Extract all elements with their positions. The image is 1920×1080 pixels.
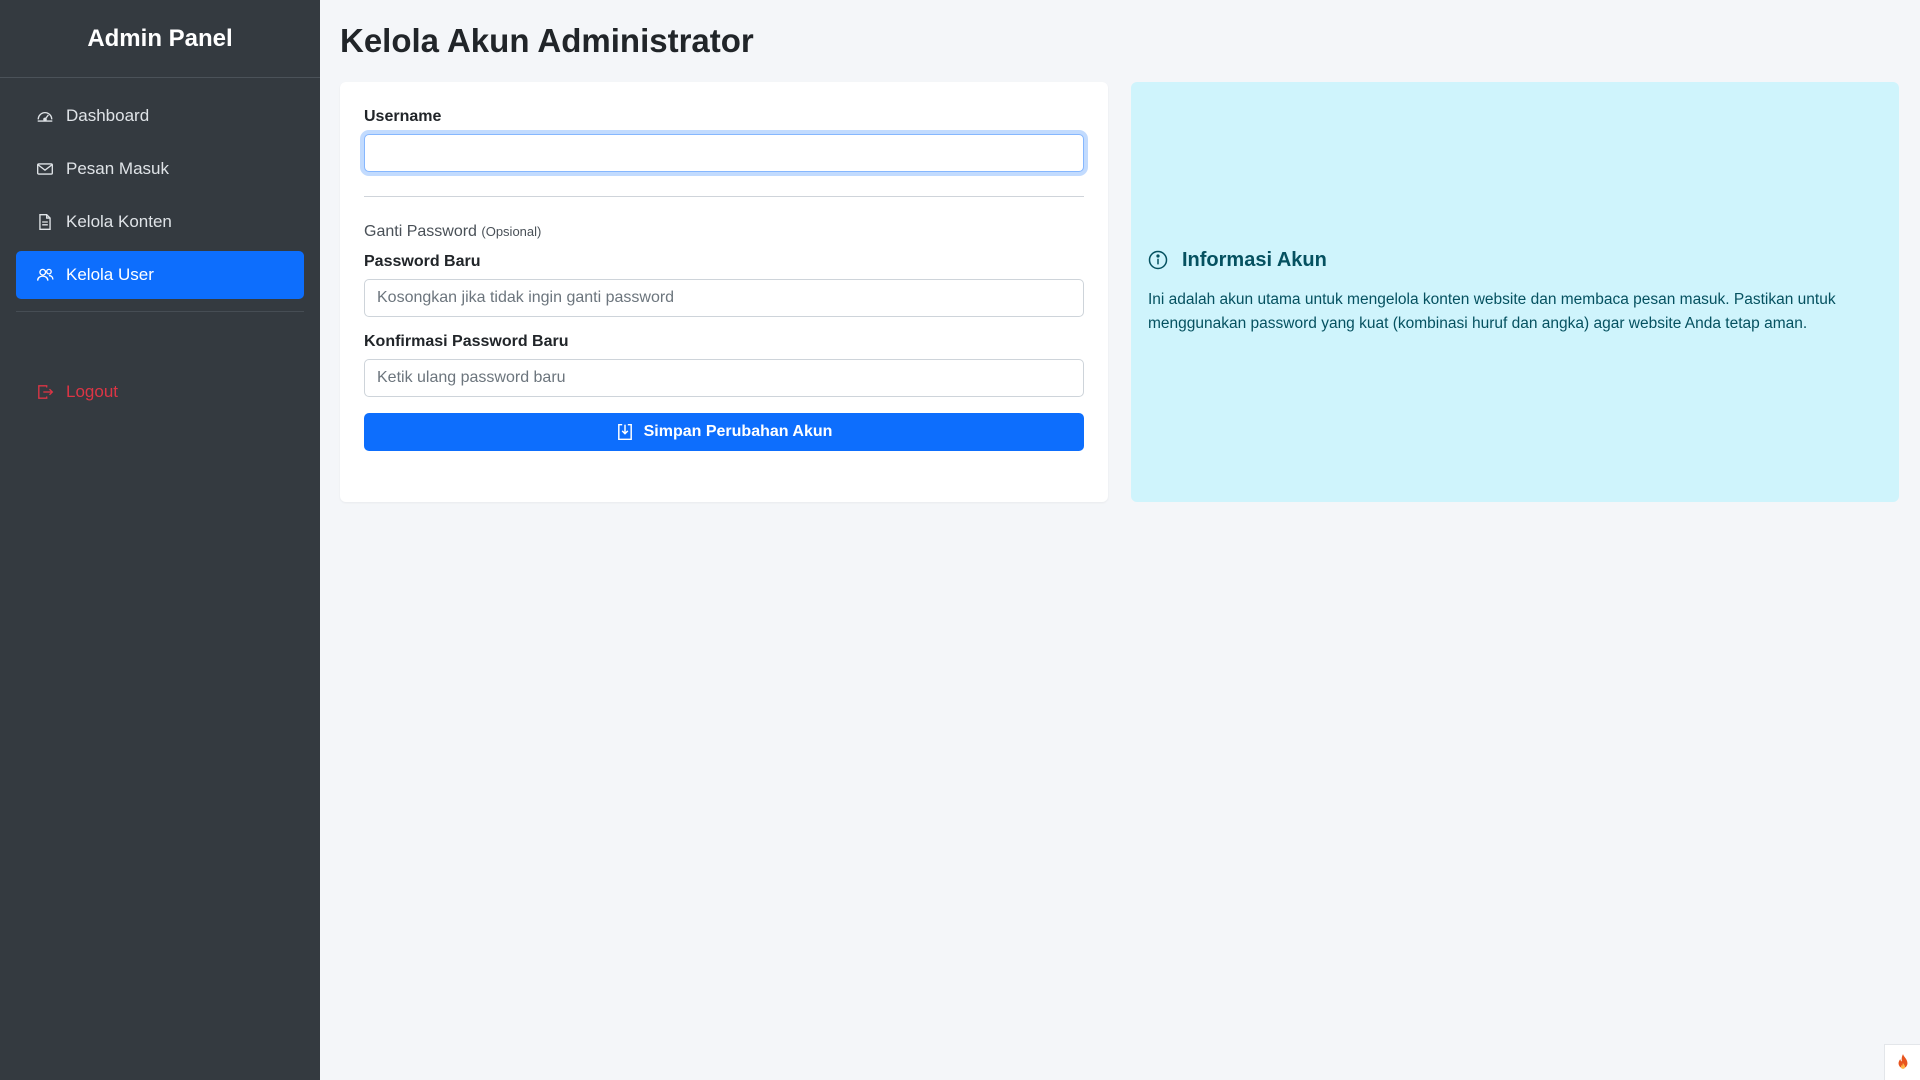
flame-icon[interactable] — [1884, 1044, 1920, 1080]
info-title: Informasi Akun — [1182, 248, 1327, 271]
save-icon — [616, 423, 634, 441]
new-password-label: Password Baru — [364, 253, 481, 270]
envelope-icon — [36, 160, 54, 178]
account-form-card: Username Ganti Password (Opsional) Passw… — [340, 82, 1108, 502]
sidebar-item-label: Kelola User — [66, 265, 154, 284]
speedometer-icon — [36, 107, 54, 125]
change-password-title: Ganti Password — [364, 223, 477, 240]
info-text: Ini adalah akun utama untuk mengelola ko… — [1148, 290, 1836, 332]
logout-label: Logout — [66, 382, 118, 401]
confirm-password-field: Konfirmasi Password Baru — [364, 333, 1084, 397]
app-root: Admin Panel Dashboard Pesan Masuk Kelola… — [0, 0, 1920, 1080]
page-title: Kelola Akun Administrator — [340, 22, 754, 59]
confirm-password-label: Konfirmasi Password Baru — [364, 333, 569, 350]
brand-title: Admin Panel — [0, 0, 320, 78]
save-button-label: Simpan Perubahan Akun — [643, 423, 833, 440]
sidebar-item-kelola-konten[interactable]: Kelola Konten — [16, 198, 304, 246]
content-row: Username Ganti Password (Opsional) Passw… — [340, 82, 1900, 502]
sidebar-item-label: Pesan Masuk — [66, 159, 169, 178]
main-content: Kelola Akun Administrator Username Ganti… — [320, 0, 1920, 1080]
sidebar-item-kelola-user[interactable]: Kelola User — [16, 251, 304, 299]
sidebar-item-dashboard[interactable]: Dashboard — [16, 92, 304, 140]
save-account-button[interactable]: Simpan Perubahan Akun — [364, 413, 1084, 451]
sidebar-item-pesan-masuk[interactable]: Pesan Masuk — [16, 145, 304, 193]
sidebar-item-label: Kelola Konten — [66, 212, 172, 231]
info-heading: Informasi Akun — [1148, 249, 1882, 272]
info-circle-icon — [1148, 250, 1168, 270]
logout-link[interactable]: Logout — [16, 368, 304, 416]
sidebar: Admin Panel Dashboard Pesan Masuk Kelola… — [0, 0, 320, 1080]
sidebar-divider — [16, 311, 304, 312]
sidebar-nav: Dashboard Pesan Masuk Kelola Konten Kelo… — [0, 92, 320, 416]
form-divider — [364, 196, 1084, 197]
new-password-input[interactable] — [364, 279, 1084, 317]
change-password-heading: Ganti Password (Opsional) — [364, 223, 1084, 241]
confirm-password-input[interactable] — [364, 359, 1084, 397]
username-label: Username — [364, 108, 442, 125]
account-info-panel: Informasi Akun Ini adalah akun utama unt… — [1131, 82, 1899, 502]
new-password-field: Password Baru — [364, 253, 1084, 317]
username-input[interactable] — [364, 134, 1084, 172]
document-icon — [36, 213, 54, 231]
logout-icon — [36, 383, 54, 401]
users-icon — [36, 266, 54, 284]
sidebar-item-label: Dashboard — [66, 106, 150, 125]
optional-note: (Opsional) — [481, 224, 542, 239]
